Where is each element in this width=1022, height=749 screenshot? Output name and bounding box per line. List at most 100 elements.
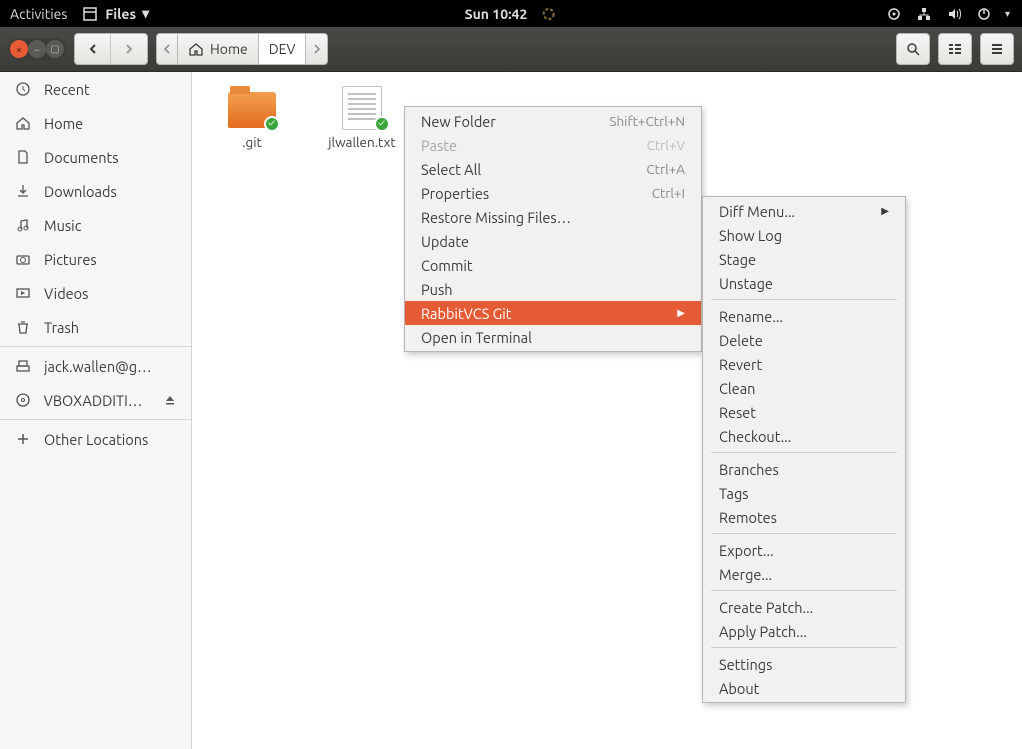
app-menu[interactable]: Files ▾ [81,5,149,23]
submenu-item-showlog[interactable]: Show Log [703,223,905,247]
sidebar-item-label: jack.wallen@gmail…. [44,358,164,375]
sidebar-item-label: Trash [44,319,79,336]
menu-item-push[interactable]: Push [405,277,701,301]
vcs-ok-badge [264,116,280,132]
back-button[interactable] [75,34,111,64]
sidebar-item-recent[interactable]: Recent [0,72,191,106]
eject-button[interactable] [163,393,177,407]
sidebar-item-trash[interactable]: Trash [0,310,191,344]
sidebar-other-locations[interactable]: Other Locations [0,422,191,456]
menu-item-open-terminal[interactable]: Open in Terminal [405,325,701,349]
breadcrumb: Home DEV [156,33,328,65]
menu-item-select-all[interactable]: Select AllCtrl+A [405,157,701,181]
network-icon[interactable] [915,5,933,23]
sidebar-item-label: VBOXADDITIO… [44,392,151,409]
app-menu-label: Files [105,6,136,22]
context-menu: New FolderShift+Ctrl+N PasteCtrl+V Selec… [404,106,702,352]
menu-item-new-folder[interactable]: New FolderShift+Ctrl+N [405,109,701,133]
text-file-icon [338,86,386,128]
menu-item-rabbitvcs[interactable]: RabbitVCS Git▶ [405,301,701,325]
submenu-item-settings[interactable]: Settings [703,652,905,676]
sidebar-item-pictures[interactable]: Pictures [0,242,191,276]
chevron-down-icon: ▾ [142,5,149,22]
minimize-button[interactable]: − [28,40,46,58]
menu-item-restore-missing[interactable]: Restore Missing Files… [405,205,701,229]
sidebar-mount-gmail[interactable]: jack.wallen@gmail…. [0,349,191,383]
nav-group [74,33,148,65]
submenu-item-checkout[interactable]: Checkout... [703,424,905,448]
breadcrumb-next[interactable] [306,33,328,65]
submenu-item-apply-patch[interactable]: Apply Patch... [703,619,905,643]
vcs-ok-badge [374,116,390,132]
breadcrumb-current-label: DEV [269,41,296,57]
menu-separator [711,299,897,300]
power-icon[interactable] [975,5,993,23]
view-mode-button[interactable] [938,33,972,65]
breadcrumb-home[interactable]: Home [178,33,259,65]
clock[interactable]: Sun 10:42 [465,6,528,22]
file-item-txt[interactable]: jlwallen.txt [322,86,402,150]
submenu-item-about[interactable]: About [703,676,905,700]
forward-button[interactable] [111,34,147,64]
file-item-git[interactable]: .git [212,86,292,150]
trash-icon [14,318,32,336]
submenu-item-remotes[interactable]: Remotes [703,505,905,529]
sidebar-separator [0,419,191,420]
submenu-item-rename[interactable]: Rename... [703,304,905,328]
sidebar-item-videos[interactable]: Videos [0,276,191,310]
menu-separator [711,452,897,453]
files-icon [81,5,99,23]
menu-item-update[interactable]: Update [405,229,701,253]
submenu-item-clean[interactable]: Clean [703,376,905,400]
close-button[interactable]: × [10,40,28,58]
maximize-button[interactable]: ▢ [46,40,64,58]
sidebar-item-label: Other Locations [44,431,148,448]
menu-item-commit[interactable]: Commit [405,253,701,277]
search-button[interactable] [896,33,930,65]
sidebar-item-label: Downloads [44,183,117,200]
sidebar-item-home[interactable]: Home [0,106,191,140]
top-panel: Activities Files ▾ Sun 10:42 ▾ [0,0,1022,27]
submenu-item-unstage[interactable]: Unstage [703,271,905,295]
submenu-item-delete[interactable]: Delete [703,328,905,352]
sidebar-item-label: Videos [44,285,88,302]
hamburger-menu-button[interactable] [980,33,1014,65]
clock-icon [14,80,32,98]
menu-separator [711,533,897,534]
plus-icon [14,430,32,448]
home-icon [188,41,204,57]
submenu-item-export[interactable]: Export... [703,538,905,562]
submenu-item-diff[interactable]: Diff Menu...▶ [703,199,905,223]
sidebar-item-downloads[interactable]: Downloads [0,174,191,208]
disc-icon [14,391,32,409]
submenu-item-reset[interactable]: Reset [703,400,905,424]
update-icon[interactable] [539,5,557,23]
sidebar: Recent Home Documents Downloads Music Pi… [0,72,192,749]
activities-button[interactable]: Activities [10,6,67,22]
sidebar-item-music[interactable]: Music [0,208,191,242]
submenu-item-revert[interactable]: Revert [703,352,905,376]
menu-item-properties[interactable]: PropertiesCtrl+I [405,181,701,205]
settings-icon[interactable] [885,5,903,23]
sidebar-item-label: Pictures [44,251,97,268]
doc-icon [14,148,32,166]
volume-icon[interactable] [945,5,963,23]
menu-separator [711,647,897,648]
sidebar-item-label: Music [44,217,81,234]
sidebar-item-documents[interactable]: Documents [0,140,191,174]
submenu-item-merge[interactable]: Merge... [703,562,905,586]
sidebar-item-label: Home [44,115,83,132]
submenu-item-create-patch[interactable]: Create Patch... [703,595,905,619]
submenu-item-tags[interactable]: Tags [703,481,905,505]
sidebar-item-label: Documents [44,149,119,166]
file-label: jlwallen.txt [328,134,395,150]
breadcrumb-prev[interactable] [156,33,178,65]
breadcrumb-current[interactable]: DEV [259,33,307,65]
network-drive-icon [14,357,32,375]
breadcrumb-home-label: Home [210,41,248,57]
submenu-item-stage[interactable]: Stage [703,247,905,271]
submenu-item-branches[interactable]: Branches [703,457,905,481]
download-icon [14,182,32,200]
submenu-arrow-icon: ▶ [677,307,685,319]
sidebar-mount-vbox[interactable]: VBOXADDITIO… [0,383,191,417]
